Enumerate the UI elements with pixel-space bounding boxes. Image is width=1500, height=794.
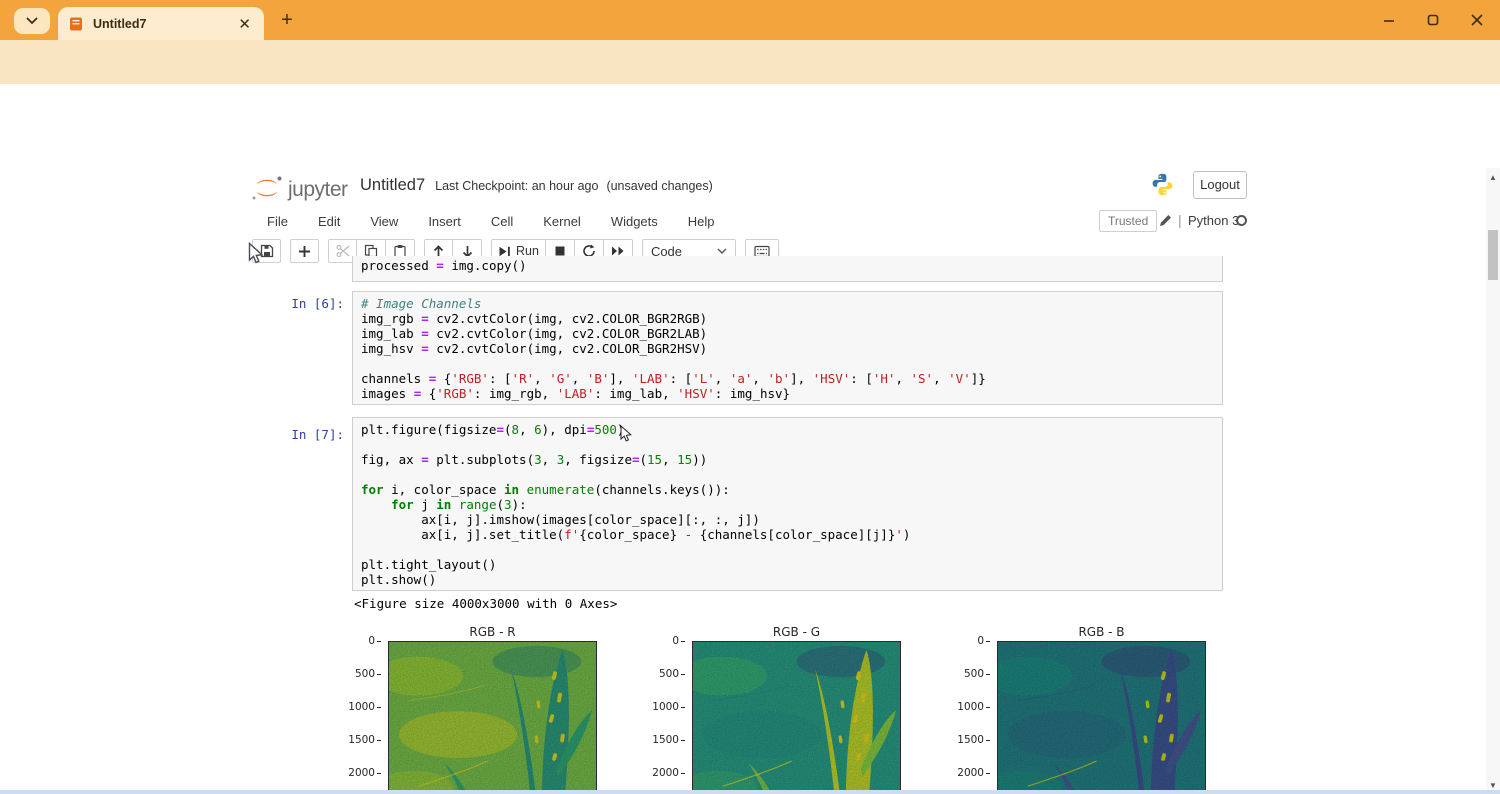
menu-bar: File Edit View Insert Cell Kernel Widget… (252, 208, 730, 235)
code-cell-in7[interactable]: plt.figure(figsize=(8, 6), dpi=500) fig,… (352, 417, 1223, 591)
channel-image-rgb-b (997, 641, 1206, 794)
screen: Untitled7 ✕ + localhost:8888/notebooks/U… (0, 0, 1500, 794)
channel-image-rgb-r (388, 641, 597, 794)
secondary-cursor (620, 425, 633, 443)
y-tick-label: 2000 (944, 767, 984, 779)
jupyter-logo-icon (250, 174, 284, 202)
y-axis-ticks: 0500100015002000250030003500 (346, 635, 382, 794)
python-logo-icon (1150, 172, 1175, 197)
menu-cell[interactable]: Cell (476, 208, 528, 235)
kernel-divider: | (1178, 212, 1182, 228)
notebook-title[interactable]: Untitled7 (360, 176, 425, 195)
plot-title-rgb-g: RGB - G (692, 625, 901, 639)
y-tick-label: 2000 (639, 767, 679, 779)
channel-image-rgb-g (692, 641, 901, 794)
y-tick-label: 1500 (944, 734, 984, 746)
window-bottom-edge (0, 790, 1500, 794)
new-tab-button[interactable]: + (276, 9, 298, 31)
y-tick-label: 500 (944, 668, 984, 680)
plot-title-rgb-b: RGB - B (997, 625, 1206, 639)
trusted-badge[interactable]: Trusted (1099, 210, 1157, 232)
figure-size-output: <Figure size 4000x3000 with 0 Axes> (354, 596, 617, 611)
jupyter-favicon (68, 16, 84, 32)
y-tick-label: 1500 (335, 734, 375, 746)
y-tick-label: 1000 (944, 701, 984, 713)
checkpoint-status: Last Checkpoint: an hour ago (435, 179, 598, 193)
y-tick-label: 500 (639, 668, 679, 680)
y-tick-label: 2000 (335, 767, 375, 779)
cut-icon (336, 244, 350, 258)
vertical-scrollbar[interactable]: ▲ ▼ (1486, 168, 1500, 794)
mouse-cursor (248, 242, 265, 265)
menu-file[interactable]: File (252, 208, 303, 235)
tab-title: Untitled7 (93, 17, 235, 31)
unsaved-changes-status: (unsaved changes) (606, 179, 712, 193)
jupyter-logo[interactable]: jupyter (250, 174, 348, 202)
y-tick-label: 1000 (639, 701, 679, 713)
logout-button[interactable]: Logout (1193, 171, 1247, 199)
notebook-title-row: Untitled7 Last Checkpoint: an hour ago (… (360, 176, 713, 195)
tab-search-button[interactable] (14, 8, 50, 34)
kernel-name: Python 3 (1188, 213, 1239, 228)
code-partial: processed = img.copy() (361, 258, 1214, 273)
menu-insert[interactable]: Insert (413, 208, 476, 235)
kernel-idle-icon (1236, 215, 1247, 226)
menu-help[interactable]: Help (673, 208, 730, 235)
y-tick-label: 500 (335, 668, 375, 680)
window-minimize-button[interactable] (1366, 0, 1412, 40)
browser-titlebar: Untitled7 ✕ + (0, 0, 1500, 40)
menu-edit[interactable]: Edit (303, 208, 355, 235)
menu-widgets[interactable]: Widgets (596, 208, 673, 235)
y-tick-label: 0 (335, 635, 375, 647)
y-axis-ticks: 0500100015002000250030003500 (955, 635, 991, 794)
cell-prompt-in7: In [7]: (252, 427, 344, 442)
tab-close-icon[interactable]: ✕ (235, 15, 254, 33)
window-close-button[interactable] (1454, 0, 1500, 40)
plot-title-rgb-r: RGB - R (388, 625, 597, 639)
y-tick-label: 0 (639, 635, 679, 647)
chevron-down-icon (26, 17, 38, 25)
jupyter-page: jupyter Untitled7 Last Checkpoint: an ho… (0, 84, 1486, 794)
insert-cell-button[interactable] (290, 239, 319, 263)
cell-prompt-in6: In [6]: (252, 296, 344, 311)
plus-icon (298, 245, 311, 258)
y-tick-label: 1000 (335, 701, 375, 713)
browser-tab[interactable]: Untitled7 ✕ (58, 7, 264, 40)
menu-kernel[interactable]: Kernel (528, 208, 596, 235)
window-maximize-button[interactable] (1410, 0, 1456, 40)
y-tick-label: 1500 (639, 734, 679, 746)
code-cell-in6[interactable]: # Image Channelsimg_rgb = cv2.cvtColor(i… (352, 291, 1223, 405)
scroll-up-arrow[interactable]: ▲ (1486, 170, 1500, 184)
menu-view[interactable]: View (355, 208, 413, 235)
code-in6: # Image Channelsimg_rgb = cv2.cvtColor(i… (361, 296, 1214, 401)
edit-mode-pencil-icon (1158, 213, 1173, 228)
scrollbar-thumb[interactable] (1488, 230, 1498, 280)
y-tick-label: 0 (944, 635, 984, 647)
jupyter-logo-text: jupyter (288, 178, 348, 202)
code-cell-partial[interactable]: processed = img.copy() (352, 256, 1223, 282)
browser-navbar: localhost:8888/notebooks/Untitled7.ipynb… (0, 40, 1500, 84)
code-in7: plt.figure(figsize=(8, 6), dpi=500) fig,… (361, 422, 1214, 587)
select-chevron-icon (717, 248, 727, 255)
y-axis-ticks: 0500100015002000250030003500 (650, 635, 686, 794)
